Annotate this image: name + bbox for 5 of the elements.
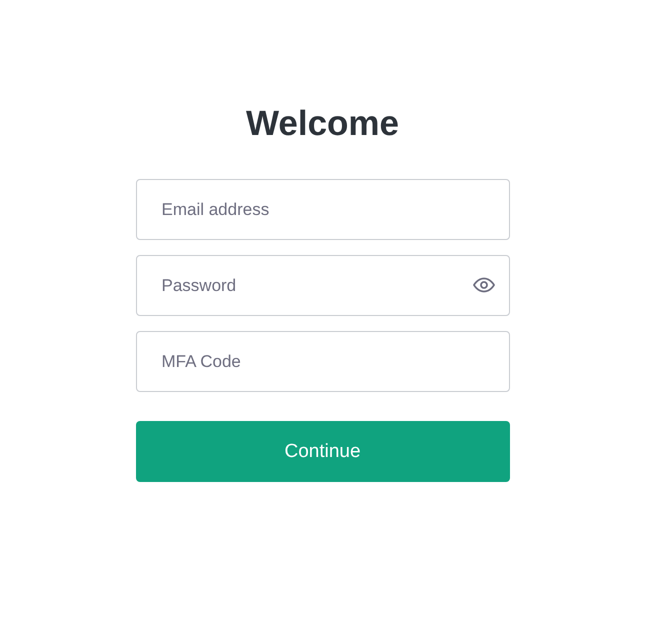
input-field[interactable]: Email address	[136, 179, 510, 240]
password-field[interactable]: Password	[136, 255, 510, 316]
page-title: Welcome	[246, 104, 400, 144]
continue-button[interactable]: Continue	[136, 421, 510, 482]
input-field[interactable]: MFA Code	[136, 331, 510, 392]
